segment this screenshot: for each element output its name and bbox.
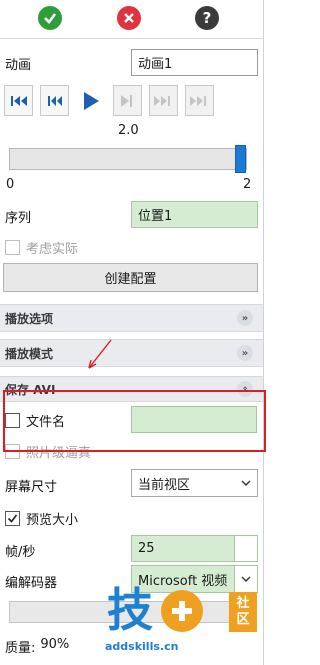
speed-value: 2.0 (118, 123, 139, 138)
watermark-side-2: 区 (236, 612, 250, 627)
x-icon (124, 13, 134, 23)
watermark-url: addskills.cn (105, 640, 179, 653)
fps-label: 帧/秒 (5, 545, 36, 560)
create-config-label: 创建配置 (104, 272, 157, 287)
sequence-field[interactable]: 位置1 (131, 201, 258, 228)
consider-actual-label: 考虑实际 (26, 242, 79, 257)
watermark-side-box: 社 区 (229, 592, 257, 632)
panel-top-line (0, 38, 263, 39)
play-mode-title: 播放模式 (5, 346, 54, 361)
fps-field[interactable]: 25 (131, 535, 258, 562)
panel-divider (263, 0, 264, 665)
preview-size-row: 预览大小 (5, 509, 78, 528)
play-button[interactable] (76, 85, 106, 116)
first-frame-button[interactable] (4, 85, 34, 116)
watermark-plus-icon (161, 590, 203, 632)
screen-size-label: 屏幕尺寸 (5, 480, 58, 495)
next-frame-button (112, 85, 142, 116)
watermark-logo: 技 社 区 addskills.cn (103, 584, 261, 660)
create-config-button[interactable]: 创建配置 (3, 263, 258, 292)
step-forward-icon (121, 94, 133, 107)
checkmark-icon (7, 514, 18, 523)
quality-label: 质量: (5, 641, 36, 656)
fast-forward-button (148, 85, 178, 116)
play-options-title: 播放选项 (5, 311, 54, 326)
skip-to-start-icon (10, 95, 27, 106)
speed-max-label: 2 (243, 177, 252, 192)
watermark-main-glyph: 技 (107, 583, 153, 637)
screen-size-value: 当前视区 (138, 477, 191, 493)
preview-size-checkbox[interactable] (5, 511, 20, 526)
screen-size-dropdown[interactable]: 当前视区 (131, 469, 258, 497)
speed-slider-track[interactable] (9, 148, 247, 170)
fps-value: 25 (138, 541, 155, 556)
watermark-side-1: 社 (236, 596, 250, 611)
consider-actual-checkbox[interactable] (5, 240, 20, 255)
animation-label: 动画 (5, 58, 32, 73)
help-button[interactable]: ? (195, 6, 219, 30)
quality-value: 90% (40, 637, 70, 652)
sequence-label: 序列 (5, 211, 32, 226)
quality-row: 质量: 90% (5, 637, 69, 656)
annotation-box (3, 390, 266, 452)
check-icon (44, 13, 57, 24)
help-icon: ? (202, 9, 212, 27)
step-back-icon (47, 95, 62, 106)
chevron-down-icon (235, 470, 257, 496)
preview-size-label: 预览大小 (26, 513, 79, 528)
play-options-header[interactable]: 播放选项 » (0, 304, 263, 332)
ok-button[interactable] (38, 6, 62, 30)
expand-icon: » (237, 310, 253, 326)
speed-min-label: 0 (6, 177, 15, 192)
last-frame-button (184, 85, 215, 116)
animation-field[interactable]: 动画1 (131, 49, 258, 76)
annotation-arrow (88, 339, 112, 369)
speed-slider-thumb[interactable] (235, 145, 246, 173)
codec-label: 编解码器 (5, 576, 58, 591)
previous-frame-button[interactable] (40, 85, 70, 116)
play-icon (83, 91, 99, 110)
consider-actual-row: 考虑实际 (5, 238, 78, 257)
play-mode-header[interactable]: 播放模式 » (0, 339, 263, 367)
playback-controls (4, 85, 215, 116)
expand-icon: » (237, 345, 253, 361)
skip-to-end-icon (190, 95, 207, 106)
fast-forward-icon (154, 95, 171, 106)
fps-spinner-area[interactable] (234, 536, 257, 561)
cancel-button[interactable] (117, 6, 141, 30)
